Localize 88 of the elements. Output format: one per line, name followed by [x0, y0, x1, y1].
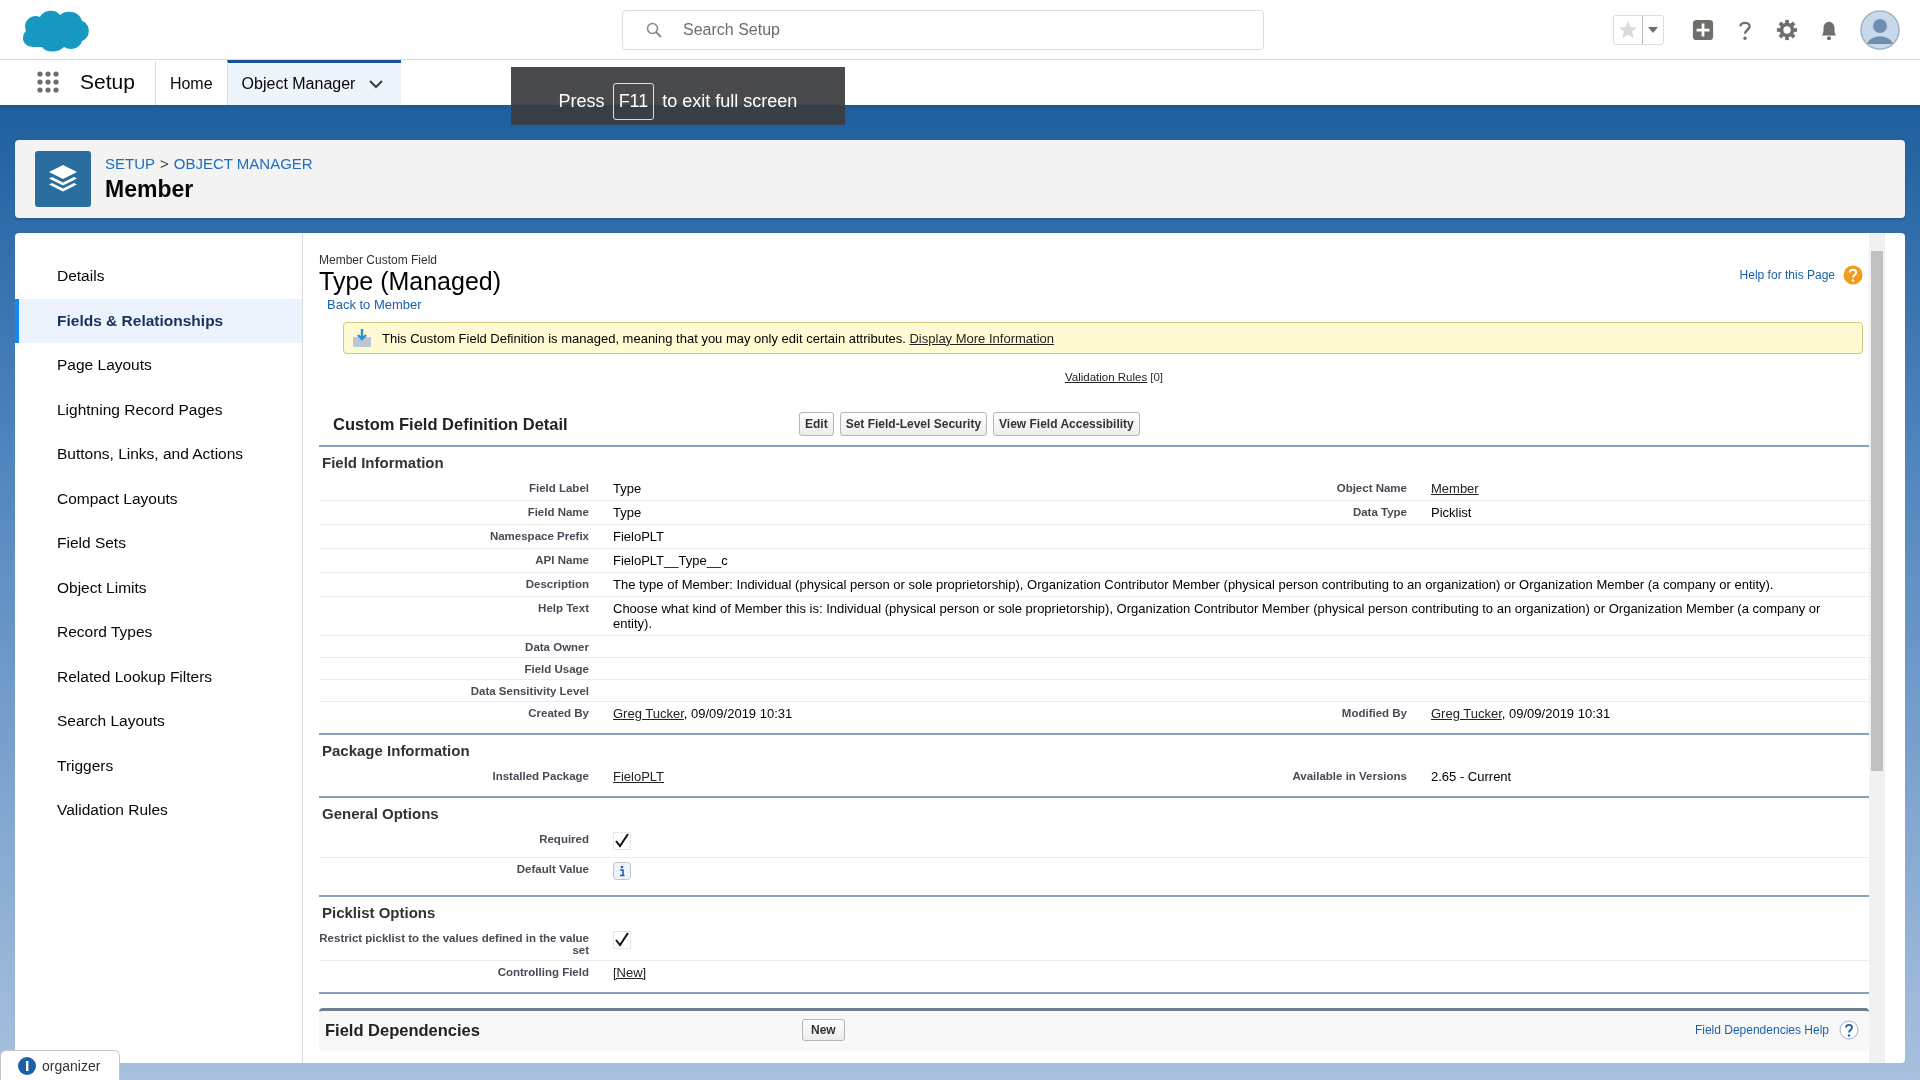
- field-label: Data Owner: [524, 640, 589, 653]
- app-launcher-icon[interactable]: [36, 70, 60, 94]
- sidebar-item[interactable]: Compact Layouts: [15, 476, 302, 521]
- field-label: Modified By: [1340, 706, 1407, 721]
- page-title: Member: [105, 176, 195, 203]
- notice-text: This Custom Field Definition is managed, meaning that you may only edit certain attributes. Display More Information: [382, 330, 1054, 346]
- breadcrumb-separator: >: [160, 155, 169, 172]
- section-title: Field Dependencies: [325, 1020, 481, 1040]
- field-label: Data Sensitivity Level: [469, 684, 589, 697]
- field-value: Type: [613, 481, 642, 496]
- rule-count: [0]: [1150, 371, 1164, 383]
- settings-icon[interactable]: [1776, 18, 1798, 41]
- section-title: Picklist Options: [321, 903, 437, 923]
- key-cap: F11: [612, 82, 655, 120]
- sidebar-item[interactable]: Triggers: [15, 743, 302, 788]
- help-link[interactable]: Field Dependencies Help: [1694, 1023, 1829, 1037]
- sidebar-item[interactable]: Record Types: [15, 610, 302, 655]
- field-link[interactable]: Member: [1431, 481, 1479, 496]
- field-label: Help Text: [537, 601, 589, 616]
- detail-heading: Custom Field Definition Detail: [333, 414, 569, 434]
- field-value: FieloPLT__Type__c: [613, 553, 728, 568]
- field-label: Required: [538, 832, 589, 847]
- field-link[interactable]: Greg Tucker: [1431, 706, 1502, 721]
- field-label: Installed Package: [491, 769, 589, 784]
- sidebar-item[interactable]: Buttons, Links, and Actions: [15, 432, 302, 477]
- section-title: Package Information: [321, 741, 471, 761]
- section-title: Field Information: [321, 453, 445, 473]
- field-value: Choose what kind of Member this is: Individual (physical person or sole proprietorship), Organization Contributor Member (physical person contributing to an organization) or Organization Member (a company or entity).: [613, 601, 1821, 631]
- plus-icon[interactable]: [1692, 18, 1714, 41]
- field-value: 2.65 - Current: [1431, 769, 1512, 784]
- action-button[interactable]: Edit: [799, 412, 834, 436]
- field-link[interactable]: FieloPLT: [613, 769, 665, 784]
- field-value: FieloPLT: [613, 529, 665, 544]
- sidebar-item[interactable]: Search Layouts: [15, 699, 302, 744]
- nav-tab[interactable]: Object Manager: [226, 60, 402, 105]
- help-icon[interactable]: [1839, 1020, 1859, 1040]
- field-label: Field Name: [526, 505, 589, 520]
- field-label: Default Value: [515, 862, 589, 877]
- avatar[interactable]: [1860, 9, 1900, 50]
- notice-text: to exit full screen: [662, 90, 798, 112]
- field-value: Picklist: [1431, 505, 1472, 520]
- field-link[interactable]: Greg Tucker: [613, 706, 684, 721]
- field-title: Type (Managed): [319, 267, 502, 296]
- field-value: Type: [613, 505, 642, 520]
- help-link[interactable]: Help for this Page: [1739, 268, 1835, 282]
- search-field[interactable]: Search Setup: [622, 9, 1264, 50]
- sidebar-item[interactable]: Object Limits: [15, 565, 302, 610]
- back-link[interactable]: Back to Member: [327, 297, 502, 312]
- sidebar-item[interactable]: Related Lookup Filters: [15, 654, 302, 699]
- scrollbar[interactable]: [1869, 233, 1885, 1063]
- field-value: , 09/09/2019 10:31: [683, 706, 793, 721]
- sidebar-item[interactable]: Field Sets: [15, 521, 302, 566]
- breadcrumb-link[interactable]: SETUP: [105, 155, 155, 172]
- breadcrumb-link[interactable]: OBJECT MANAGER: [173, 155, 313, 172]
- field-label: Namespace Prefix: [488, 529, 589, 544]
- layers-icon: [35, 151, 91, 207]
- field-label: Restrict picklist to the values defined in the value set: [319, 931, 589, 956]
- app-name: Setup: [80, 70, 135, 95]
- field-label: Field Usage: [523, 662, 589, 675]
- more-info-link[interactable]: Display More Information: [909, 330, 1054, 346]
- field-label: Data Type: [1351, 505, 1407, 520]
- field-label: Description: [524, 577, 589, 592]
- field-label: Available in Versions: [1291, 769, 1407, 784]
- info-icon[interactable]: [613, 862, 631, 880]
- field-link[interactable]: [New]: [613, 965, 647, 980]
- field-label: Created By: [527, 706, 589, 721]
- field-label: API Name: [534, 553, 589, 568]
- action-button[interactable]: View Field Accessibility: [993, 412, 1140, 436]
- field-value: The type of Member: Individual (physical person or sole proprietorship), Organization Contributor Member (physical person contributing to an organization) or Organization Member (a company or entity).: [613, 577, 1774, 592]
- section-title: General Options: [321, 804, 440, 824]
- sidebar-item[interactable]: Lightning Record Pages: [15, 387, 302, 432]
- action-button[interactable]: Set Field-Level Security: [839, 412, 988, 436]
- validation-rules-link[interactable]: Validation Rules: [1064, 371, 1148, 383]
- field-label: Controlling Field: [496, 965, 589, 980]
- circle-logo-icon: [17, 1055, 37, 1076]
- sidebar-item[interactable]: Validation Rules: [15, 788, 302, 833]
- record-type-label: Member Custom Field: [319, 253, 439, 267]
- sidebar-item[interactable]: Page Layouts: [15, 343, 302, 388]
- field-label: Field Label: [527, 481, 589, 496]
- sidebar-item[interactable]: Fields & Relationships: [15, 298, 302, 343]
- chevron-down-icon[interactable]: [369, 79, 384, 89]
- field-label: Object Name: [1335, 481, 1407, 496]
- new-button[interactable]: New: [802, 1019, 845, 1041]
- organizer-tab[interactable]: organizer: [0, 1050, 120, 1080]
- sidebar-item[interactable]: Details: [15, 254, 302, 299]
- field-value: , 09/09/2019 10:31: [1501, 706, 1611, 721]
- notice-text: Press: [558, 90, 605, 112]
- download-icon: [352, 328, 372, 348]
